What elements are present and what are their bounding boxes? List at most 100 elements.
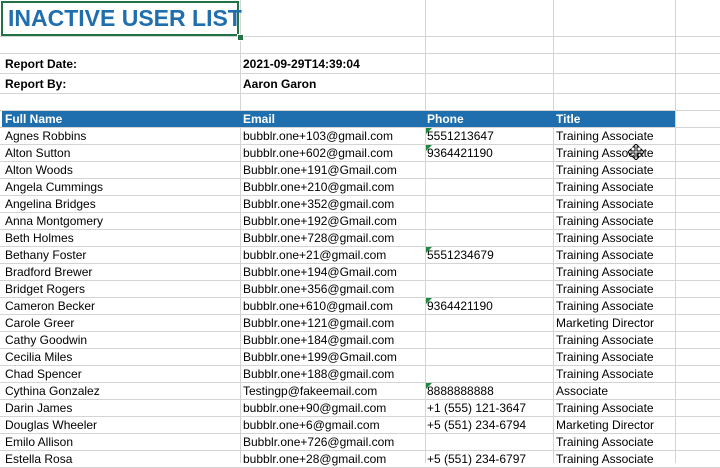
phone-cell[interactable]: 5551213647: [427, 128, 551, 145]
title-cell[interactable]: Training Associate: [556, 230, 674, 247]
email-cell[interactable]: bubblr.one+103@gmail.com: [243, 128, 423, 145]
email-cell[interactable]: Bubblr.one+356@gmail.com: [243, 281, 423, 298]
full-name-cell[interactable]: Bridget Rogers: [5, 281, 238, 298]
column-gridline: [553, 0, 554, 463]
phone-cell[interactable]: [427, 162, 551, 179]
full-name-cell[interactable]: Agnes Robbins: [5, 128, 238, 145]
email-cell[interactable]: Bubblr.one+121@gmail.com: [243, 315, 423, 332]
selection-fill-handle[interactable]: [237, 34, 244, 41]
title-cell[interactable]: Training Associate: [556, 298, 674, 315]
title-cell[interactable]: Training Associate: [556, 179, 674, 196]
email-cell[interactable]: Testingp@fakeemail.com: [243, 383, 423, 400]
full-name-cell[interactable]: Alton Woods: [5, 162, 238, 179]
full-name-cell[interactable]: Bethany Foster: [5, 247, 238, 264]
title-cell[interactable]: Training Associate: [556, 281, 674, 298]
phone-cell[interactable]: 9364421190: [427, 145, 551, 162]
full-name-cell[interactable]: Angela Cummings: [5, 179, 238, 196]
title-cell[interactable]: Training Associate: [556, 451, 674, 468]
full-name-cell[interactable]: Darin James: [5, 400, 238, 417]
email-cell[interactable]: Bubblr.one+188@gmail.com: [243, 366, 423, 383]
phone-cell[interactable]: [427, 264, 551, 281]
full-name-cell[interactable]: Anna Montgomery: [5, 213, 238, 230]
column-gridline: [425, 0, 426, 463]
report-date-label: Report Date:: [5, 57, 78, 71]
phone-cell[interactable]: +5 (551) 234-6794: [427, 417, 551, 434]
comment-flag-icon[interactable]: [426, 383, 432, 389]
comment-flag-icon[interactable]: [426, 145, 432, 151]
full-name-cell[interactable]: Beth Holmes: [5, 230, 238, 247]
row-gridline: [0, 93, 720, 94]
email-cell[interactable]: Bubblr.one+728@gmail.com: [243, 230, 423, 247]
title-cell[interactable]: Marketing Director: [556, 315, 674, 332]
title-cell[interactable]: Training Associate: [556, 332, 674, 349]
email-cell[interactable]: bubblr.one+6@gmail.com: [243, 417, 423, 434]
column-header-title[interactable]: Title: [556, 111, 580, 127]
title-cell[interactable]: Training Associate: [556, 434, 674, 451]
title-cell[interactable]: Training Associate: [556, 349, 674, 366]
comment-flag-icon[interactable]: [426, 128, 432, 134]
column-header-email[interactable]: Email: [243, 111, 275, 127]
full-name-cell[interactable]: Estella Rosa: [5, 451, 238, 468]
email-cell[interactable]: bubblr.one+21@gmail.com: [243, 247, 423, 264]
column-gridline: [240, 0, 241, 463]
phone-cell[interactable]: [427, 196, 551, 213]
phone-cell[interactable]: +5 (551) 234-6797: [427, 451, 551, 468]
column-header-full-name[interactable]: Full Name: [5, 111, 62, 127]
email-cell[interactable]: bubblr.one+602@gmail.com: [243, 145, 423, 162]
sheet-title-cell[interactable]: INACTIVE USER LIST: [1, 1, 242, 36]
email-cell[interactable]: bubblr.one+610@gmail.com: [243, 298, 423, 315]
comment-flag-icon[interactable]: [426, 247, 432, 253]
full-name-cell[interactable]: Cameron Becker: [5, 298, 238, 315]
title-cell[interactable]: Training Associate: [556, 213, 674, 230]
phone-cell[interactable]: [427, 281, 551, 298]
phone-cell[interactable]: [427, 366, 551, 383]
title-cell[interactable]: Training Associate: [556, 247, 674, 264]
phone-cell[interactable]: [427, 179, 551, 196]
full-name-cell[interactable]: Douglas Wheeler: [5, 417, 238, 434]
title-cell[interactable]: Associate: [556, 383, 674, 400]
report-by-value[interactable]: Aaron Garon: [243, 77, 316, 91]
email-cell[interactable]: Bubblr.one+199@Gmail.com: [243, 349, 423, 366]
email-cell[interactable]: Bubblr.one+192@Gmail.com: [243, 213, 423, 230]
title-cell[interactable]: Training Associate: [556, 128, 674, 145]
report-date-value[interactable]: 2021-09-29T14:39:04: [243, 57, 360, 71]
full-name-cell[interactable]: Cecilia Miles: [5, 349, 238, 366]
email-cell[interactable]: Bubblr.one+352@gmail.com: [243, 196, 423, 213]
full-name-cell[interactable]: Cathy Goodwin: [5, 332, 238, 349]
phone-cell[interactable]: 5551234679: [427, 247, 551, 264]
email-cell[interactable]: Bubblr.one+726@gmail.com: [243, 434, 423, 451]
full-name-cell[interactable]: Angelina Bridges: [5, 196, 238, 213]
full-name-cell[interactable]: Carole Greer: [5, 315, 238, 332]
full-name-cell[interactable]: Cythina Gonzalez: [5, 383, 238, 400]
full-name-cell[interactable]: Alton Sutton: [5, 145, 238, 162]
title-cell[interactable]: Training Associate: [556, 264, 674, 281]
comment-flag-icon[interactable]: [426, 298, 432, 304]
row-gridline: [0, 53, 720, 54]
full-name-cell[interactable]: Bradford Brewer: [5, 264, 238, 281]
title-cell[interactable]: Training Associate: [556, 162, 674, 179]
phone-cell[interactable]: +1 (555) 121-3647: [427, 400, 551, 417]
phone-cell[interactable]: 8888888888: [427, 383, 551, 400]
email-cell[interactable]: Bubblr.one+210@gmail.com: [243, 179, 423, 196]
title-cell[interactable]: Marketing Director: [556, 417, 674, 434]
full-name-cell[interactable]: Emilo Allison: [5, 434, 238, 451]
phone-cell[interactable]: [427, 434, 551, 451]
email-cell[interactable]: Bubblr.one+191@Gmail.com: [243, 162, 423, 179]
email-cell[interactable]: bubblr.one+28@gmail.com: [243, 451, 423, 468]
full-name-cell[interactable]: Chad Spencer: [5, 366, 238, 383]
title-cell[interactable]: Training Associate: [556, 145, 674, 162]
phone-cell[interactable]: [427, 213, 551, 230]
phone-cell[interactable]: [427, 332, 551, 349]
column-header-phone[interactable]: Phone: [427, 111, 464, 127]
phone-cell[interactable]: 9364421190: [427, 298, 551, 315]
move-cursor-icon: [628, 144, 644, 160]
title-cell[interactable]: Training Associate: [556, 196, 674, 213]
phone-cell[interactable]: [427, 349, 551, 366]
email-cell[interactable]: bubblr.one+90@gmail.com: [243, 400, 423, 417]
title-cell[interactable]: Training Associate: [556, 366, 674, 383]
phone-cell[interactable]: [427, 315, 551, 332]
email-cell[interactable]: Bubblr.one+184@gmail.com: [243, 332, 423, 349]
title-cell[interactable]: Training Associate: [556, 400, 674, 417]
email-cell[interactable]: Bubblr.one+194@Gmail.com: [243, 264, 423, 281]
phone-cell[interactable]: [427, 230, 551, 247]
